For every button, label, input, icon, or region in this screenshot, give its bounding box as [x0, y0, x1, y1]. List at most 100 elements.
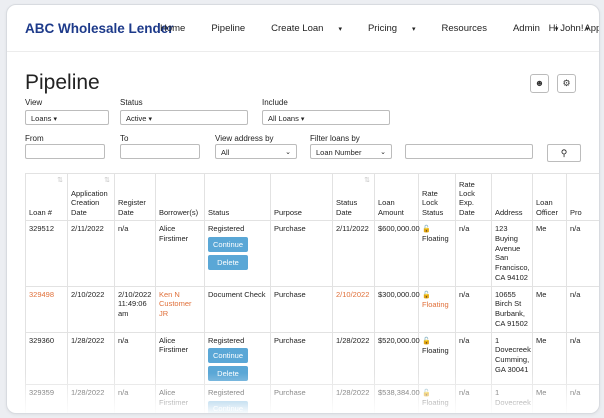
cell-lock-exp: n/a [455, 331, 492, 386]
cell-status: Registered Continue Delete [204, 331, 271, 386]
column-header[interactable]: Borrower(s) [155, 173, 205, 221]
sort-icon[interactable]: ⇅ [104, 177, 110, 186]
column-header[interactable]: Loan Amount [374, 173, 419, 221]
cell-status-date: 1/28/2022 [332, 384, 375, 413]
cell-lock: 🔓 Floating [418, 384, 456, 413]
search-input[interactable] [405, 144, 533, 159]
search-button[interactable]: ⚲ [547, 144, 581, 162]
cell-pro: n/a [566, 384, 599, 413]
cell-officer: Me [532, 331, 567, 386]
column-header[interactable]: Rate Lock Status [418, 173, 456, 221]
status-select[interactable]: Active ▾ [120, 110, 248, 125]
column-header[interactable]: Loan # ⇅ [25, 173, 68, 221]
unlock-icon: 🔓 [422, 226, 431, 233]
cell-purpose: Purchase [270, 285, 333, 333]
continue-button[interactable]: Continue [208, 348, 248, 364]
cell-status: Document Check [204, 285, 271, 333]
page-title: Pipeline [25, 71, 100, 94]
to-label: To [120, 134, 129, 143]
cell-amount: $520,000.00 [374, 331, 420, 386]
cell-lock: 🔓 Floating [418, 220, 456, 287]
cell-address: 1 Dovecreek Cumming, GA 30041 [491, 331, 533, 386]
column-header[interactable]: Loan Officer [532, 173, 567, 221]
cell-pro: n/a [566, 220, 599, 287]
cell-reg-date: n/a [114, 384, 156, 413]
cell-loan[interactable]: 329360 [25, 331, 68, 386]
cell-loan[interactable]: 329512 [25, 220, 68, 287]
cell-reg-date: n/a [114, 220, 156, 287]
delete-button[interactable]: Delete [208, 254, 248, 270]
gear-icon[interactable]: ⚙ [557, 74, 576, 93]
unlock-icon: 🔓 [422, 337, 431, 345]
nav-link-home[interactable]: Home [160, 23, 198, 34]
table-row[interactable]: 329512 2/11/2022 n/a Alice Firstimer Registe… [25, 220, 599, 287]
chevron-down-icon: ▾ [585, 26, 589, 33]
cell-amount: $600,000.00 [374, 220, 420, 287]
table-row[interactable]: 329359 1/28/2022 n/a Alice Firstimer Registe… [25, 384, 599, 413]
unlock-icon: 🔓 [422, 291, 431, 299]
table-row[interactable]: 329498 2/10/2022 2/10/2022 11:49:06 am Ken … [25, 285, 599, 333]
column-header[interactable]: Status [204, 173, 271, 221]
filter-loans-select[interactable]: Loan Number ⌄ [310, 144, 392, 159]
view-address-label: View address by [215, 134, 274, 143]
pipeline-table-wrapper: Loan # ⇅ Application Creation Date ⇅ Registe… [25, 173, 599, 413]
cell-app-date: 2/11/2022 [67, 220, 115, 287]
cell-loan[interactable]: 329359 [25, 384, 68, 413]
cell-amount: $300,000.00 [374, 285, 420, 333]
cell-reg-date: n/a [114, 331, 156, 386]
cell-officer: Me [532, 384, 567, 413]
cell-app-date: 2/10/2022 [67, 285, 115, 333]
status-label: Status [120, 98, 143, 107]
brand-logo[interactable]: ABC Wholesale Lender [25, 21, 174, 36]
sort-icon[interactable]: ⇅ [364, 177, 370, 186]
cell-purpose: Purchase [270, 384, 333, 413]
pipeline-table: Loan # ⇅ Application Creation Date ⇅ Registe… [25, 173, 599, 413]
view-label: View [25, 98, 43, 107]
from-date-input[interactable] [25, 144, 105, 159]
cell-purpose: Purchase [270, 331, 333, 386]
cell-borrower: Ken N Customer JR [155, 285, 205, 333]
from-label: From [25, 134, 44, 143]
nav-link-pricing[interactable]: Pricing ▾ [368, 23, 429, 34]
nav-links: Home Pipeline Create Loan ▾ Pricing ▾ Resource… [160, 23, 599, 34]
cell-app-date: 1/28/2022 [67, 384, 115, 413]
top-navbar: ABC Wholesale Lender Home Pipeline Create … [7, 5, 599, 52]
column-header[interactable]: Application Creation Date ⇅ [67, 173, 115, 221]
column-header[interactable]: Rate Lock Exp. Date [455, 173, 492, 221]
cell-officer: Me [532, 220, 567, 287]
cell-officer: Me [532, 285, 567, 333]
column-header[interactable]: Register Date [114, 173, 156, 221]
continue-button[interactable]: Continue [208, 401, 248, 413]
include-label: Include [262, 98, 288, 107]
cell-lock-exp: n/a [455, 384, 492, 413]
include-select[interactable]: All Loans ▾ [262, 110, 390, 125]
column-header[interactable]: Purpose [270, 173, 333, 221]
cell-status-date: 2/11/2022 [332, 220, 375, 287]
user-icon[interactable]: ☻ [530, 74, 549, 93]
nav-link-pipeline[interactable]: Pipeline [211, 23, 258, 34]
view-select[interactable]: Loans ▾ [25, 110, 109, 125]
user-menu[interactable]: Hi John! ▾ [549, 23, 589, 34]
to-date-input[interactable] [120, 144, 200, 159]
sort-icon[interactable]: ⇅ [57, 177, 63, 186]
column-header[interactable]: Address [491, 173, 533, 221]
unlock-icon: 🔓 [422, 390, 431, 398]
cell-pro: n/a [566, 285, 599, 333]
cell-address: 123 Buying Avenue San Francisco, CA 9410… [491, 220, 533, 287]
delete-button[interactable]: Delete [208, 366, 248, 382]
cell-lock: 🔓 Floating [418, 285, 456, 333]
cell-loan[interactable]: 329498 [25, 285, 68, 333]
column-header[interactable]: Status Date ⇅ [332, 173, 375, 221]
nav-link-resources[interactable]: Resources [442, 23, 500, 34]
view-address-select[interactable]: All ⌄ [215, 144, 297, 159]
column-header[interactable]: Pro [566, 173, 599, 221]
cell-borrower: Alice Firstimer [155, 220, 205, 287]
cell-amount: $538,384.00 [374, 384, 420, 413]
nav-link-create-loan[interactable]: Create Loan ▾ [271, 23, 355, 34]
table-row[interactable]: 329360 1/28/2022 n/a Alice Firstimer Registe… [25, 331, 599, 386]
cell-pro: n/a [566, 331, 599, 386]
table-header-row: Loan # ⇅ Application Creation Date ⇅ Registe… [25, 173, 599, 221]
continue-button[interactable]: Continue [208, 236, 248, 252]
chevron-down-icon: ⌄ [285, 149, 291, 156]
app-window: ABC Wholesale Lender Home Pipeline Create … [6, 4, 600, 414]
